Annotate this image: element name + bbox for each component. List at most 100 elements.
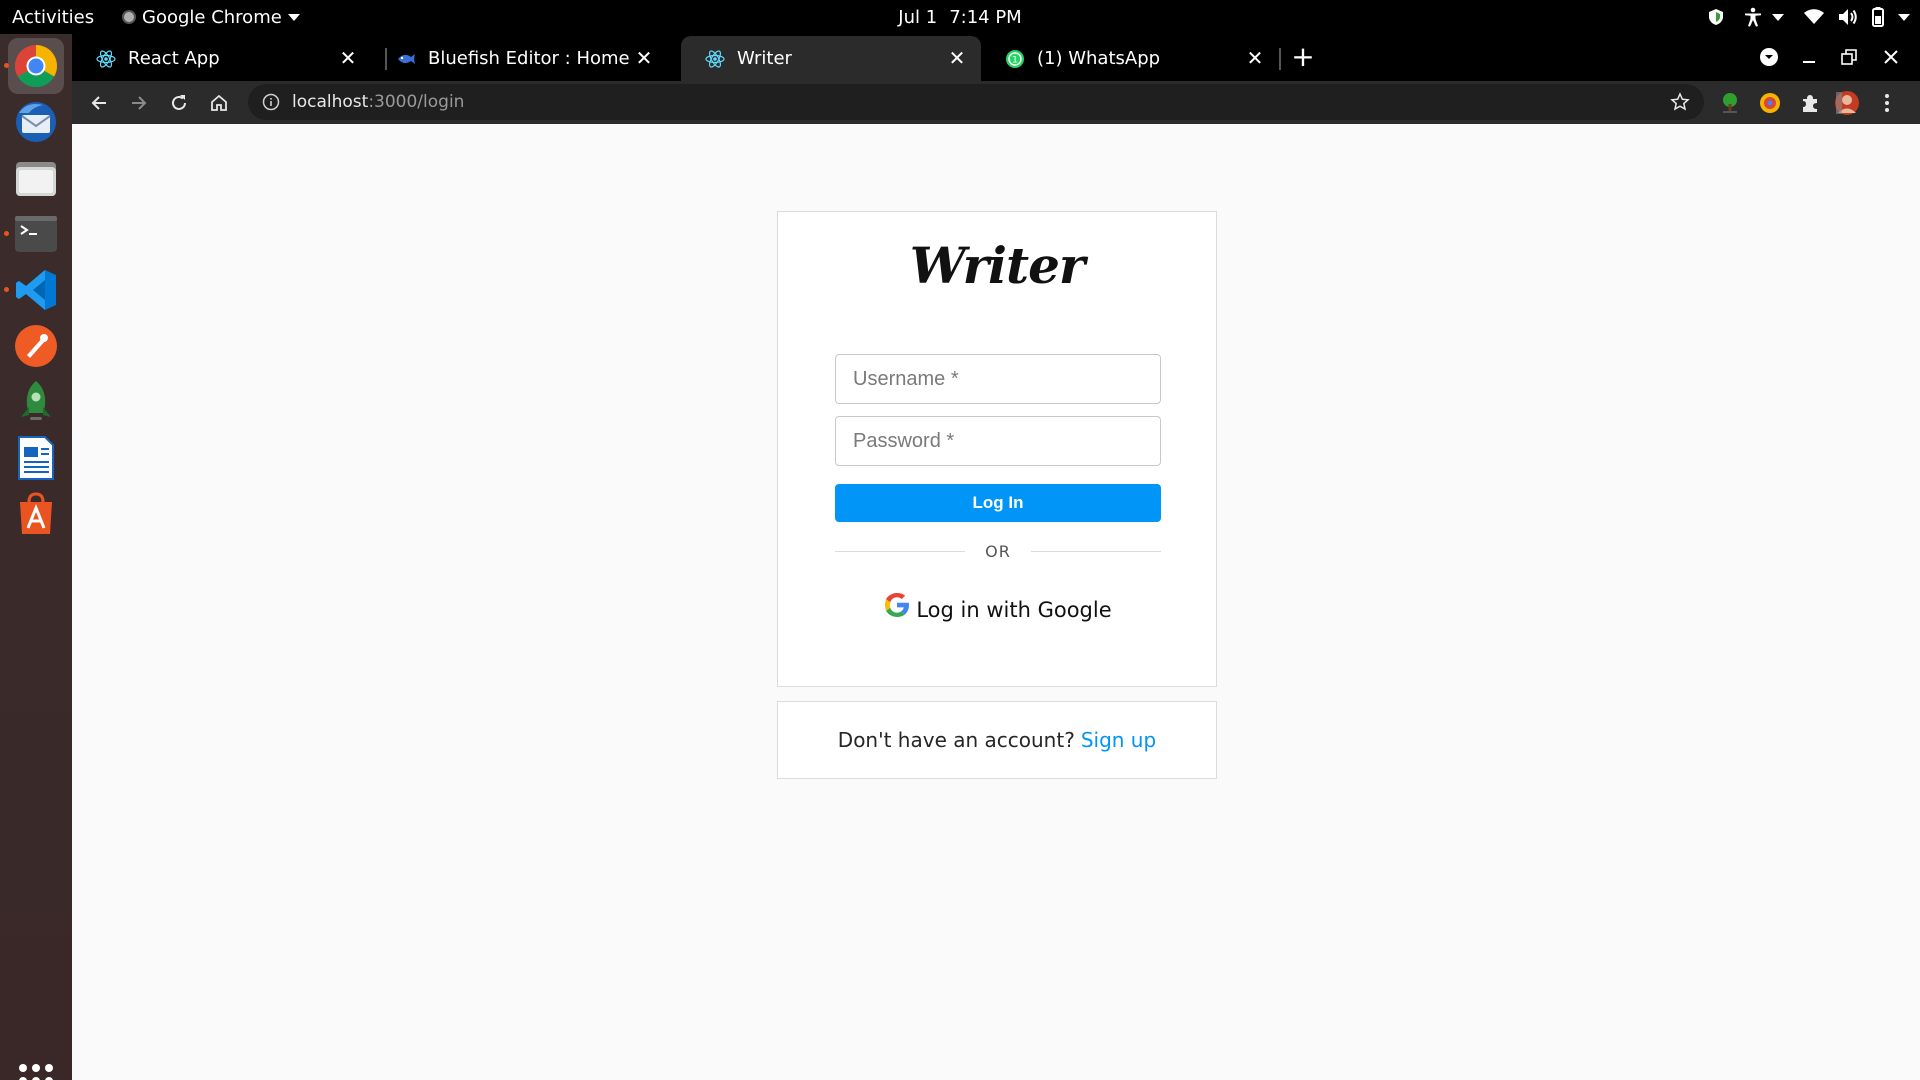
browser-tab-strip: React App ✕ Bluefish Editor : Home ✕ Wri… <box>72 34 1920 81</box>
rocket-icon <box>21 381 51 420</box>
shield-icon <box>1709 9 1723 25</box>
colorful-extension-icon <box>1760 93 1780 113</box>
wifi-icon <box>1804 9 1824 24</box>
bookmark-star-icon[interactable] <box>1670 92 1690 112</box>
volume-icon <box>1839 9 1857 25</box>
chrome-icon <box>14 44 58 88</box>
running-indicator <box>4 63 9 68</box>
show-applications-icon[interactable] <box>19 1064 53 1080</box>
files-icon <box>16 162 56 196</box>
clock-date[interactable]: Jul 1 <box>898 7 937 28</box>
home-icon <box>211 94 227 111</box>
accessibility-menu[interactable] <box>1744 7 1784 27</box>
info-icon[interactable] <box>262 93 280 111</box>
tree-extension-icon <box>1723 93 1737 113</box>
profile-button[interactable] <box>1832 88 1862 118</box>
password-input[interactable] <box>835 416 1161 466</box>
dock-chrome[interactable] <box>4 38 64 94</box>
username-input[interactable] <box>835 354 1161 404</box>
chrome-menu-button[interactable] <box>1872 88 1902 118</box>
dock-rocket-app[interactable] <box>8 374 64 430</box>
minimize-button[interactable] <box>1795 43 1823 71</box>
bluefish-icon <box>396 49 416 69</box>
chevron-down-circle-icon <box>1760 48 1778 66</box>
arrow-left-icon <box>91 96 106 110</box>
address-bar[interactable]: localhost:3000/login <box>248 84 1704 120</box>
postman-icon <box>15 325 57 367</box>
libreoffice-writer-icon <box>18 436 54 480</box>
tab-whatsapp[interactable]: 1 (1) WhatsApp ✕ <box>981 36 1279 81</box>
tab-writer[interactable]: Writer ✕ <box>681 36 981 81</box>
or-divider: OR <box>835 542 1161 561</box>
extensions-button[interactable] <box>1795 88 1825 118</box>
close-window-button[interactable] <box>1877 43 1905 71</box>
signup-link[interactable]: Sign up <box>1081 728 1156 752</box>
accessibility-icon <box>1745 7 1761 27</box>
dock-files[interactable] <box>8 150 64 206</box>
puzzle-icon <box>1803 95 1817 112</box>
web-page: Writer Log In OR Log in with Google Don'… <box>72 124 1920 1080</box>
close-tab-icon[interactable]: ✕ <box>338 46 358 70</box>
chevron-down-icon <box>1772 13 1784 21</box>
chevron-down-icon <box>1898 13 1910 21</box>
tab-title: (1) WhatsApp <box>1037 48 1161 69</box>
clock-time[interactable]: 7:14 PM <box>949 7 1022 28</box>
url-path: :3000/login <box>368 92 465 112</box>
chevron-down-icon <box>287 13 300 21</box>
login-button[interactable]: Log In <box>835 484 1161 522</box>
dock-software-center[interactable] <box>8 486 64 542</box>
system-tray[interactable] <box>1708 0 1910 34</box>
tab-search-button[interactable] <box>1755 43 1783 71</box>
app-menu[interactable]: Google Chrome <box>122 0 300 34</box>
or-label: OR <box>985 542 1011 561</box>
status-menu[interactable] <box>1804 7 1910 27</box>
close-icon <box>1884 50 1898 64</box>
running-indicator <box>4 287 9 292</box>
tab-divider <box>1279 48 1281 70</box>
vscode-icon <box>16 270 56 310</box>
restore-icon <box>1841 49 1857 65</box>
activities-button[interactable]: Activities <box>12 0 94 34</box>
app-menu-label: Google Chrome <box>142 6 282 28</box>
whatsapp-icon: 1 <box>1005 49 1025 69</box>
dock-vscode[interactable] <box>4 262 64 318</box>
tab-title: Writer <box>737 48 792 69</box>
reload-button[interactable] <box>163 87 195 119</box>
dock-postman[interactable] <box>8 318 64 374</box>
extension-colorful[interactable] <box>1755 88 1785 118</box>
divider-line <box>1030 551 1161 552</box>
google-icon <box>885 593 910 617</box>
running-indicator <box>4 231 9 236</box>
react-icon <box>96 49 116 69</box>
restore-button[interactable] <box>1835 43 1863 71</box>
home-button[interactable] <box>203 87 235 119</box>
back-button[interactable] <box>83 87 115 119</box>
app-logo: Writer <box>909 236 1086 295</box>
signup-prompt: Don't have an account? <box>837 728 1075 752</box>
avatar <box>1835 91 1859 115</box>
extension-tree[interactable] <box>1715 88 1745 118</box>
more-vertical-icon <box>1885 94 1889 112</box>
close-tab-icon[interactable]: ✕ <box>947 46 967 70</box>
close-tab-icon[interactable]: ✕ <box>1245 46 1265 70</box>
react-icon <box>705 49 725 69</box>
new-tab-button[interactable]: + <box>1290 43 1316 71</box>
login-card: Writer Log In OR Log in with Google <box>777 211 1217 687</box>
tab-title: Bluefish Editor : Home <box>428 48 630 69</box>
tab-bluefish-editor[interactable]: Bluefish Editor : Home ✕ <box>372 36 668 81</box>
dock-libreoffice-writer[interactable] <box>8 430 64 486</box>
arrow-right-icon <box>132 96 147 110</box>
google-login-button[interactable]: Log in with Google <box>778 593 1216 622</box>
forward-button[interactable] <box>123 87 155 119</box>
system-top-bar: Jul 1 7:14 PM Activities Google Chrome <box>0 0 1920 34</box>
dock-terminal[interactable] <box>4 206 64 262</box>
chrome-small-icon <box>122 10 136 24</box>
dock-thunderbird[interactable] <box>8 94 64 150</box>
close-tab-icon[interactable]: ✕ <box>634 46 654 70</box>
tab-react-app[interactable]: React App ✕ <box>72 36 372 81</box>
minimize-icon <box>1803 61 1815 63</box>
divider-line <box>835 551 966 552</box>
url-host: localhost <box>292 92 369 112</box>
svg-text:1: 1 <box>1012 55 1018 65</box>
google-login-label: Log in with Google <box>916 598 1112 622</box>
